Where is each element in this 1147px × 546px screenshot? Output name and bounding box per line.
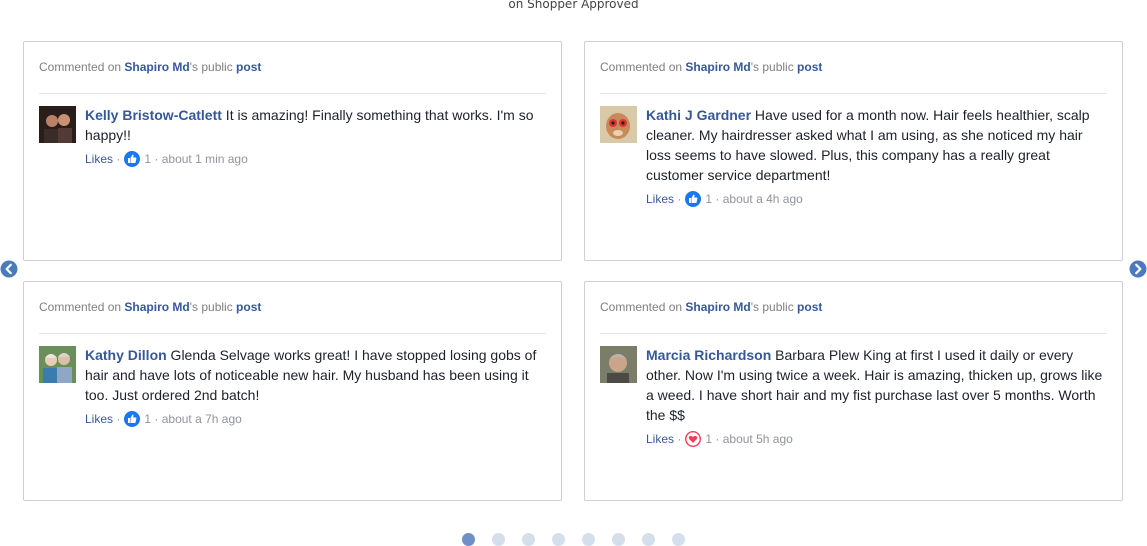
page-link[interactable]: Shapiro Md <box>124 300 189 314</box>
page-link[interactable]: Shapiro Md <box>685 60 750 74</box>
likes-link[interactable]: Likes <box>85 411 113 427</box>
like-reaction-icon <box>124 151 141 167</box>
header-suffix: 's public <box>189 60 237 74</box>
comment-card: Commented on Shapiro Md's public post Ka… <box>23 281 562 501</box>
avatar[interactable] <box>600 106 637 143</box>
author-name[interactable]: Kathy Dillon <box>85 347 167 363</box>
comment-body: Marcia Richardson Barbara Plew King at f… <box>646 345 1108 447</box>
header-prefix: Commented on <box>39 60 125 74</box>
comment-body: Kathy Dillon Glenda Selvage works great!… <box>85 345 547 427</box>
comment-card: Commented on Shapiro Md's public post Ma… <box>584 281 1123 501</box>
avatar[interactable] <box>600 346 637 383</box>
card-header: Commented on Shapiro Md's public post <box>39 59 546 94</box>
pagination-dot-4[interactable] <box>552 533 565 546</box>
comment-meta: Likes · 1 · about a 7h ago <box>85 411 242 427</box>
pagination-dot-8[interactable] <box>672 533 685 546</box>
card-header: Commented on Shapiro Md's public post <box>600 299 1107 334</box>
header-prefix: Commented on <box>39 300 125 314</box>
pagination-dot-2[interactable] <box>492 533 505 546</box>
likes-link[interactable]: Likes <box>85 151 113 167</box>
post-link[interactable]: post <box>236 300 261 314</box>
post-link[interactable]: post <box>236 60 261 74</box>
header-suffix: 's public <box>189 300 237 314</box>
pagination-dot-7[interactable] <box>642 533 655 546</box>
carousel-next-button[interactable] <box>1129 260 1147 278</box>
timestamp: about a 4h ago <box>722 192 803 206</box>
timestamp: about 5h ago <box>722 432 793 446</box>
chevron-right-icon <box>1129 260 1147 278</box>
pagination-dot-1[interactable] <box>462 533 475 546</box>
header-suffix: 's public <box>750 60 798 74</box>
timestamp: about 1 min ago <box>161 152 248 166</box>
post-link[interactable]: post <box>797 300 822 314</box>
author-name[interactable]: Kelly Bristow-Catlett <box>85 107 222 123</box>
carousel-prev-button[interactable] <box>0 260 18 278</box>
comment-body: Kelly Bristow-Catlett It is amazing! Fin… <box>85 105 547 167</box>
carousel-pagination <box>0 533 1147 546</box>
timestamp: about a 7h ago <box>161 412 242 426</box>
shopper-approved-caption: on Shopper Approved <box>508 0 639 11</box>
like-reaction-icon <box>124 411 141 427</box>
reaction-count: 1 <box>705 192 713 206</box>
header-prefix: Commented on <box>600 300 686 314</box>
reaction-count: 1 <box>144 412 152 426</box>
reaction-count: 1 <box>705 432 713 446</box>
comment-body: Kathi J Gardner Have used for a month no… <box>646 105 1108 207</box>
card-header: Commented on Shapiro Md's public post <box>39 299 546 334</box>
comment-card: Commented on Shapiro Md's public post Ka… <box>584 41 1123 261</box>
header-prefix: Commented on <box>600 60 686 74</box>
like-reaction-icon <box>685 191 702 207</box>
page-link[interactable]: Shapiro Md <box>124 60 189 74</box>
pagination-dot-6[interactable] <box>612 533 625 546</box>
author-name[interactable]: Kathi J Gardner <box>646 107 751 123</box>
card-header: Commented on Shapiro Md's public post <box>600 59 1107 94</box>
comment-card: Commented on Shapiro Md's public post Ke… <box>23 41 562 261</box>
chevron-left-icon <box>0 260 18 278</box>
comment-meta: Likes · 1 · about 1 min ago <box>85 151 248 167</box>
reaction-count: 1 <box>144 152 152 166</box>
likes-link[interactable]: Likes <box>646 191 674 207</box>
page-link[interactable]: Shapiro Md <box>685 300 750 314</box>
likes-link[interactable]: Likes <box>646 431 674 447</box>
comment-meta: Likes · 1 · about 5h ago <box>646 431 793 447</box>
love-reaction-icon <box>685 431 702 447</box>
avatar[interactable] <box>39 346 76 383</box>
pagination-dot-3[interactable] <box>522 533 535 546</box>
author-name[interactable]: Marcia Richardson <box>646 347 771 363</box>
pagination-dot-5[interactable] <box>582 533 595 546</box>
header-suffix: 's public <box>750 300 798 314</box>
post-link[interactable]: post <box>797 60 822 74</box>
comment-meta: Likes · 1 · about a 4h ago <box>646 191 803 207</box>
avatar[interactable] <box>39 106 76 143</box>
